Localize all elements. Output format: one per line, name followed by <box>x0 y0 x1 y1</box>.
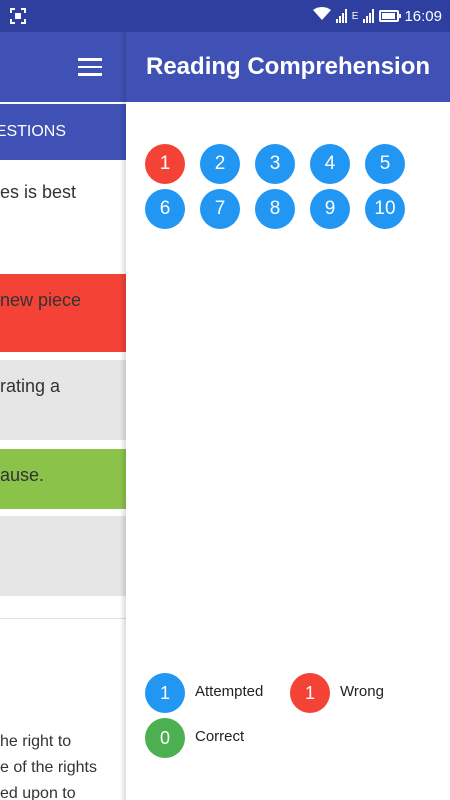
question-button-6[interactable]: 6 <box>145 189 185 229</box>
signal-icon <box>335 9 347 23</box>
divider <box>0 618 126 619</box>
passage-line: e of the rights <box>0 759 97 776</box>
screenshot-icon <box>10 8 26 24</box>
answer-option-label: new piece <box>0 290 82 310</box>
question-button-7[interactable]: 7 <box>200 189 240 229</box>
hamburger-menu-icon[interactable] <box>78 58 102 76</box>
legend-wrong-count: 1 <box>290 673 330 713</box>
background-page: QUESTIONS es is best new piece rating a … <box>0 32 126 800</box>
legend-attempted-count: 1 <box>145 673 185 713</box>
question-navigator-drawer: Reading Comprehension 1 2 3 4 5 6 7 8 9 … <box>126 32 450 800</box>
background-toolbar <box>0 32 126 102</box>
answer-option-label: rating a <box>0 376 61 396</box>
passage-line: ed upon to <box>0 785 76 800</box>
question-button-1[interactable]: 1 <box>145 144 185 184</box>
question-button-2[interactable]: 2 <box>200 144 240 184</box>
background-question-text: es is best <box>0 182 77 202</box>
question-button-3[interactable]: 3 <box>255 144 295 184</box>
legend-attempted-label: Attempted <box>195 683 264 700</box>
background-tab[interactable]: QUESTIONS <box>0 104 126 160</box>
question-button-5[interactable]: 5 <box>365 144 405 184</box>
status-bar: E 16:09 <box>0 0 450 32</box>
background-tab-label: QUESTIONS <box>0 123 66 140</box>
answer-option-label: ause. <box>0 465 45 485</box>
question-button-4[interactable]: 4 <box>310 144 350 184</box>
question-button-9[interactable]: 9 <box>310 189 350 229</box>
answer-option[interactable]: rating a <box>0 360 126 440</box>
status-time: 16:09 <box>404 7 442 25</box>
answer-option[interactable] <box>0 516 126 596</box>
question-button-10[interactable]: 10 <box>365 189 405 229</box>
signal-icon-2 <box>363 9 375 23</box>
passage-text: he right to e of the rights ed upon to <box>0 729 126 800</box>
legend-wrong-label: Wrong <box>340 683 384 700</box>
passage-line: he right to <box>0 733 72 750</box>
drawer-title: Reading Comprehension <box>126 32 450 102</box>
answer-option-wrong[interactable]: new piece <box>0 274 126 352</box>
battery-icon <box>379 10 402 22</box>
legend-correct-label: Correct <box>195 728 245 745</box>
question-button-8[interactable]: 8 <box>255 189 295 229</box>
legend-correct-count: 0 <box>145 718 185 758</box>
answer-option-correct[interactable]: ause. <box>0 449 126 509</box>
wifi-icon <box>312 7 331 25</box>
network-type-label: E <box>351 10 359 22</box>
